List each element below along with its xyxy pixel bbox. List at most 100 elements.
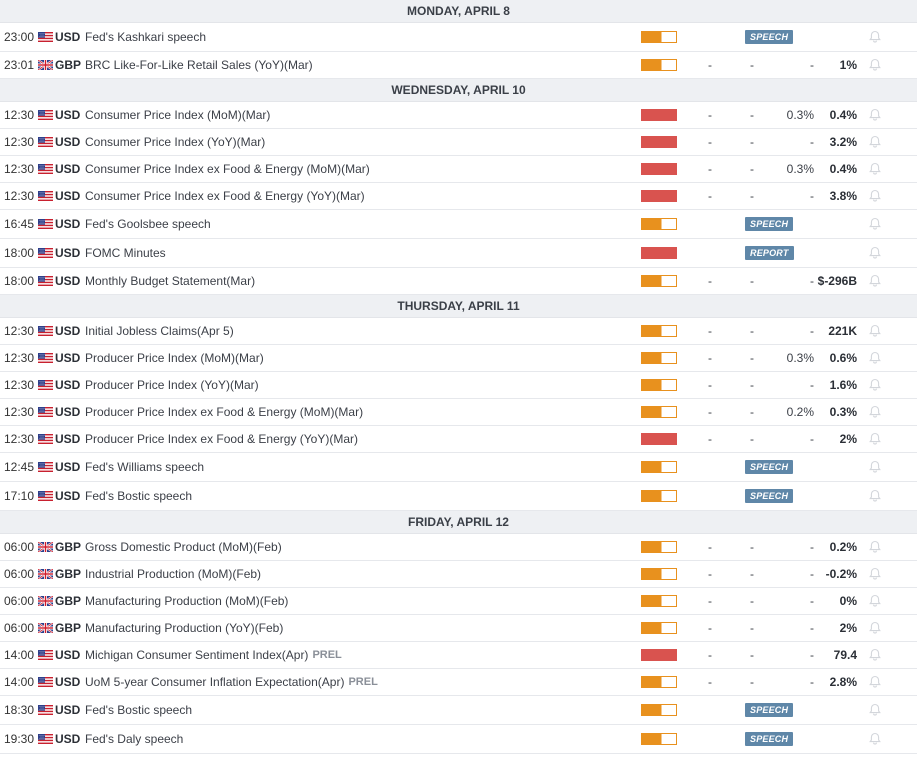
- event-row[interactable]: 12:30 USD Initial Jobless Claims(Apr 5) …: [0, 318, 917, 345]
- bell-icon[interactable]: [867, 23, 883, 51]
- consensus-value: -: [810, 648, 814, 662]
- bell-icon[interactable]: [867, 453, 883, 481]
- bell-icon[interactable]: [867, 210, 883, 238]
- event-name-link[interactable]: Producer Price Index ex Food & Energy (M…: [85, 399, 635, 425]
- event-row[interactable]: 23:01 GBP BRC Like-For-Like Retail Sales…: [0, 52, 917, 79]
- event-name[interactable]: Producer Price Index ex Food & Energy (Y…: [85, 432, 358, 446]
- bell-icon[interactable]: [867, 318, 883, 344]
- bell-icon[interactable]: [867, 615, 883, 641]
- bell-icon[interactable]: [867, 268, 883, 294]
- event-name-link[interactable]: Fed's Bostic speech: [85, 482, 635, 510]
- event-name-link[interactable]: Gross Domestic Product (MoM)(Feb): [85, 534, 635, 560]
- event-name[interactable]: Michigan Consumer Sentiment Index(Apr): [85, 648, 308, 662]
- event-row[interactable]: 17:10 USD Fed's Bostic speech SPEECH: [0, 482, 917, 511]
- event-name-link[interactable]: Fed's Williams speech: [85, 453, 635, 481]
- bell-icon[interactable]: [867, 588, 883, 614]
- event-row[interactable]: 14:00 USD UoM 5-year Consumer Inflation …: [0, 669, 917, 696]
- event-name-link[interactable]: Producer Price Index (MoM)(Mar): [85, 345, 635, 371]
- bell-icon[interactable]: [867, 345, 883, 371]
- event-row[interactable]: 19:30 USD Fed's Daly speech SPEECH: [0, 725, 917, 754]
- event-row[interactable]: 12:30 USD Producer Price Index ex Food &…: [0, 399, 917, 426]
- event-name[interactable]: Fed's Bostic speech: [85, 489, 192, 503]
- event-row[interactable]: 12:30 USD Producer Price Index ex Food &…: [0, 426, 917, 453]
- event-name-link[interactable]: Initial Jobless Claims(Apr 5): [85, 318, 635, 344]
- event-name-link[interactable]: Producer Price Index ex Food & Energy (Y…: [85, 426, 635, 452]
- event-row[interactable]: 12:45 USD Fed's Williams speech SPEECH: [0, 453, 917, 482]
- event-name[interactable]: Fed's Goolsbee speech: [85, 217, 211, 231]
- event-name-link[interactable]: Fed's Goolsbee speech: [85, 210, 635, 238]
- event-name[interactable]: Initial Jobless Claims(Apr 5): [85, 324, 234, 338]
- event-row[interactable]: 18:30 USD Fed's Bostic speech SPEECH: [0, 696, 917, 725]
- event-row[interactable]: 06:00 GBP Manufacturing Production (YoY)…: [0, 615, 917, 642]
- event-name-link[interactable]: BRC Like-For-Like Retail Sales (YoY)(Mar…: [85, 52, 635, 78]
- event-name[interactable]: BRC Like-For-Like Retail Sales (YoY)(Mar…: [85, 58, 313, 72]
- event-name[interactable]: Fed's Kashkari speech: [85, 30, 206, 44]
- bell-icon[interactable]: [867, 642, 883, 668]
- event-name[interactable]: Monthly Budget Statement(Mar): [85, 274, 255, 288]
- event-name-link[interactable]: Consumer Price Index ex Food & Energy (Y…: [85, 183, 635, 209]
- bell-icon[interactable]: [867, 696, 883, 724]
- bell-icon[interactable]: [867, 669, 883, 695]
- event-name-link[interactable]: Manufacturing Production (YoY)(Feb): [85, 615, 635, 641]
- bell-icon[interactable]: [867, 52, 883, 78]
- event-name[interactable]: Consumer Price Index ex Food & Energy (M…: [85, 162, 370, 176]
- event-name[interactable]: Producer Price Index (MoM)(Mar): [85, 351, 264, 365]
- event-row[interactable]: 12:30 USD Consumer Price Index ex Food &…: [0, 183, 917, 210]
- event-name-link[interactable]: FOMC Minutes: [85, 239, 635, 267]
- event-name[interactable]: Manufacturing Production (MoM)(Feb): [85, 594, 288, 608]
- event-row[interactable]: 12:30 USD Consumer Price Index ex Food &…: [0, 156, 917, 183]
- event-row[interactable]: 12:30 USD Consumer Price Index (YoY)(Mar…: [0, 129, 917, 156]
- event-row[interactable]: 12:30 USD Producer Price Index (MoM)(Mar…: [0, 345, 917, 372]
- event-name[interactable]: Consumer Price Index (YoY)(Mar): [85, 135, 265, 149]
- event-name[interactable]: Manufacturing Production (YoY)(Feb): [85, 621, 283, 635]
- event-name[interactable]: Fed's Williams speech: [85, 460, 204, 474]
- event-name[interactable]: Industrial Production (MoM)(Feb): [85, 567, 261, 581]
- event-name[interactable]: Consumer Price Index ex Food & Energy (Y…: [85, 189, 365, 203]
- bell-icon[interactable]: [867, 156, 883, 182]
- event-name-link[interactable]: Manufacturing Production (MoM)(Feb): [85, 588, 635, 614]
- deviation-value: -: [750, 648, 754, 662]
- event-name[interactable]: FOMC Minutes: [85, 246, 166, 260]
- event-row[interactable]: 06:00 GBP Manufacturing Production (MoM)…: [0, 588, 917, 615]
- event-row[interactable]: 12:30 USD Consumer Price Index (MoM)(Mar…: [0, 102, 917, 129]
- event-name-link[interactable]: Fed's Daly speech: [85, 725, 635, 753]
- event-name-link[interactable]: Consumer Price Index (YoY)(Mar): [85, 129, 635, 155]
- event-name-link[interactable]: Fed's Kashkari speech: [85, 23, 635, 51]
- bell-icon[interactable]: [867, 239, 883, 267]
- event-name[interactable]: UoM 5-year Consumer Inflation Expectatio…: [85, 675, 344, 689]
- event-row[interactable]: 14:00 USD Michigan Consumer Sentiment In…: [0, 642, 917, 669]
- bell-icon[interactable]: [867, 561, 883, 587]
- bell-icon[interactable]: [867, 426, 883, 452]
- event-row[interactable]: 23:00 USD Fed's Kashkari speech SPEECH: [0, 23, 917, 52]
- event-name-link[interactable]: Monthly Budget Statement(Mar): [85, 268, 635, 294]
- us-flag-icon: [38, 156, 54, 182]
- bell-icon[interactable]: [867, 183, 883, 209]
- bell-icon[interactable]: [867, 102, 883, 128]
- bell-icon[interactable]: [867, 399, 883, 425]
- event-row[interactable]: 06:00 GBP Gross Domestic Product (MoM)(F…: [0, 534, 917, 561]
- event-name-link[interactable]: UoM 5-year Consumer Inflation Expectatio…: [85, 669, 635, 695]
- bell-icon[interactable]: [867, 482, 883, 510]
- event-name[interactable]: Fed's Bostic speech: [85, 703, 192, 717]
- event-name-link[interactable]: Producer Price Index (YoY)(Mar): [85, 372, 635, 398]
- bell-icon[interactable]: [867, 372, 883, 398]
- event-name-link[interactable]: Industrial Production (MoM)(Feb): [85, 561, 635, 587]
- event-name-link[interactable]: Consumer Price Index ex Food & Energy (M…: [85, 156, 635, 182]
- event-name-link[interactable]: Michigan Consumer Sentiment Index(Apr) PR…: [85, 642, 635, 668]
- event-row[interactable]: 12:30 USD Producer Price Index (YoY)(Mar…: [0, 372, 917, 399]
- event-row[interactable]: 18:00 USD Monthly Budget Statement(Mar) …: [0, 268, 917, 295]
- event-name[interactable]: Producer Price Index (YoY)(Mar): [85, 378, 259, 392]
- event-name[interactable]: Producer Price Index ex Food & Energy (M…: [85, 405, 363, 419]
- event-name[interactable]: Consumer Price Index (MoM)(Mar): [85, 108, 270, 122]
- bell-icon[interactable]: [867, 725, 883, 753]
- event-row[interactable]: 16:45 USD Fed's Goolsbee speech SPEECH: [0, 210, 917, 239]
- event-name[interactable]: Fed's Daly speech: [85, 732, 183, 746]
- bell-icon[interactable]: [867, 129, 883, 155]
- event-row[interactable]: 18:00 USD FOMC Minutes REPORT: [0, 239, 917, 268]
- event-name-link[interactable]: Consumer Price Index (MoM)(Mar): [85, 102, 635, 128]
- bell-icon[interactable]: [867, 534, 883, 560]
- event-name-link[interactable]: Fed's Bostic speech: [85, 696, 635, 724]
- event-name[interactable]: Gross Domestic Product (MoM)(Feb): [85, 540, 282, 554]
- event-row[interactable]: 06:00 GBP Industrial Production (MoM)(Fe…: [0, 561, 917, 588]
- event-currency: USD: [55, 108, 81, 122]
